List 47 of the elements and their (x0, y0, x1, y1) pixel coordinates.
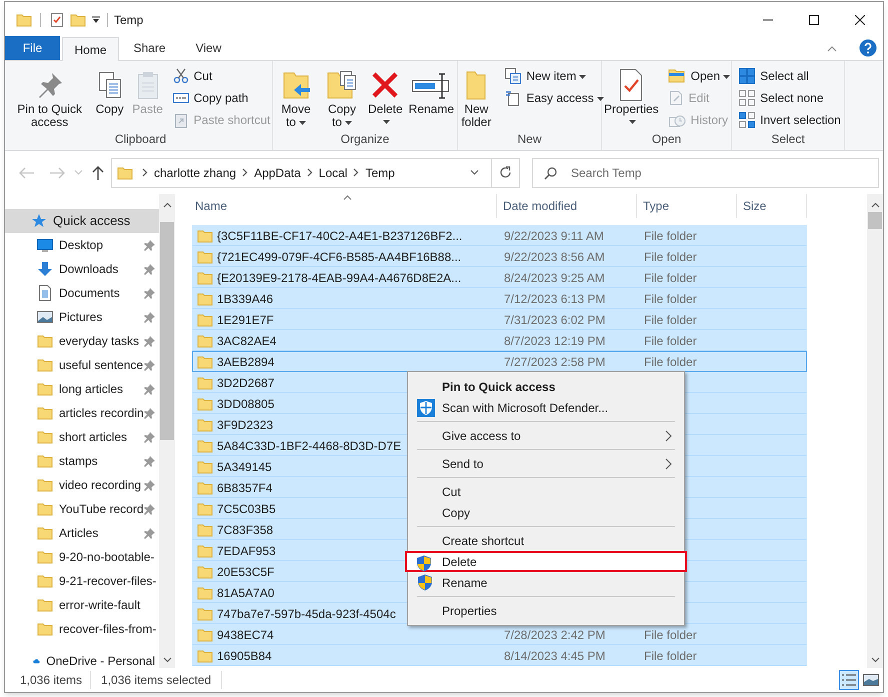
group-label: Organize (340, 131, 390, 148)
date-cell-text: 8/7/2023 12:19 PM (503, 332, 606, 350)
file-name: 7EDAF953 (217, 542, 276, 560)
date-cell-text: 7/31/2023 6:02 PM (503, 312, 606, 328)
date-cell-text: 9/22/2023 8:56 AM (503, 248, 606, 266)
group-label: Select (770, 131, 806, 148)
selection-count: 1,036 items selected (91, 671, 222, 689)
file-name: 3F9D2323 (217, 416, 274, 434)
file-name: 7C5C03B5 (217, 500, 276, 518)
file-name: 16905B84 (217, 648, 272, 664)
file-name: 5A349145 (217, 458, 272, 476)
type-cell-text: File folder (643, 312, 698, 328)
file-name: 81A5A7A0 (217, 584, 274, 602)
type-cell-text: File folder (643, 626, 698, 644)
date-cell-text: 7/27/2023 2:58 PM (503, 354, 606, 370)
file-name: {3C5F11BE-CF17-40C2-A4E1-B237126BF2... (217, 228, 462, 244)
file-name: 20E53C5F (217, 564, 274, 580)
group-label: Clipboard (114, 131, 168, 148)
file-name: 7C83F358 (217, 522, 274, 538)
type-cell-text: File folder (643, 270, 698, 286)
file-name: 3AC82AE4 (217, 332, 276, 350)
type-cell-text: File folder (643, 648, 698, 664)
file-name: 1E291E7F (217, 312, 274, 328)
file-name: {721EC499-079F-4CF6-B585-AA4BF16B88... (217, 248, 462, 266)
file-name: 747ba7e7-597b-45da-923f-4504c (217, 606, 396, 622)
file-name: {E20139E9-2178-4EAB-99A4-A4676D8E2A... (217, 270, 462, 286)
type-cell-text: File folder (643, 228, 698, 244)
file-name: 9438EC74 (217, 626, 274, 644)
date-cell-text: 7/12/2023 6:13 PM (503, 290, 606, 308)
type-cell-text: File folder (643, 248, 698, 266)
file-name: 3D2D2687 (217, 374, 274, 392)
file-name: 1B339A46 (217, 290, 274, 308)
date-cell-text: 7/28/2023 2:42 PM (503, 626, 606, 644)
date-cell-text: 8/24/2023 9:25 AM (503, 270, 606, 286)
date-cell-text: 8/14/2023 4:45 PM (503, 648, 606, 664)
type-cell-text: File folder (643, 332, 698, 350)
date-cell-text: 9/22/2023 9:11 AM (503, 228, 605, 244)
item-count: 1,036 items (20, 671, 92, 689)
window-title: Temp (114, 12, 144, 28)
type-cell-text: File folder (643, 354, 698, 370)
group-label: Open (650, 131, 682, 148)
file-name: 3DD08805 (217, 396, 274, 412)
type-cell-text: File folder (643, 290, 698, 308)
file-name: 3AEB2894 (217, 354, 274, 370)
group-label: New (516, 131, 542, 148)
file-name: 6B8357F4 (217, 480, 272, 496)
file-name: 5A84C33D-1BF2-4468-8D3D-D7E (217, 438, 402, 454)
